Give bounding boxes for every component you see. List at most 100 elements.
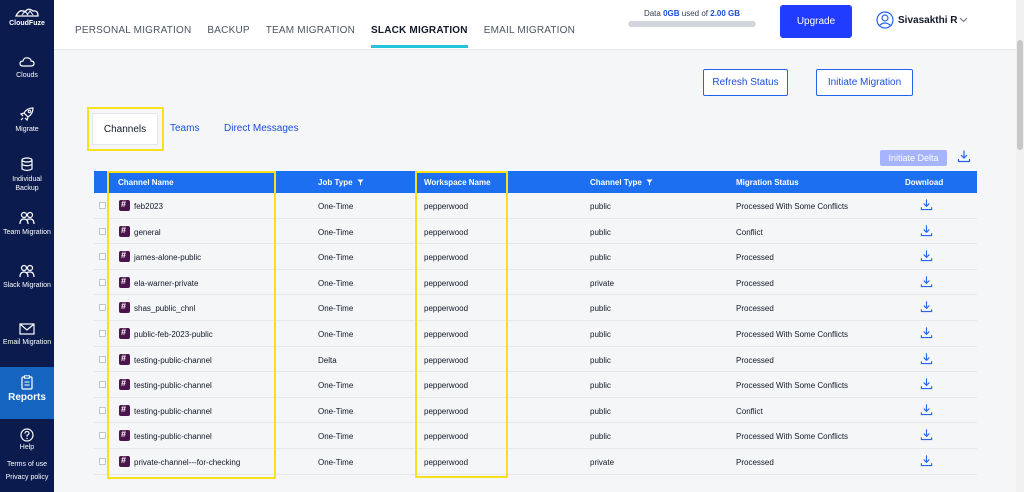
cell-job-type: One-Time bbox=[318, 304, 354, 314]
slack-channel-icon bbox=[119, 276, 130, 288]
row-checkbox[interactable] bbox=[99, 278, 106, 286]
cell-migration-status: Processed bbox=[736, 355, 774, 365]
tab-slack-migration[interactable]: SLACK MIGRATION bbox=[371, 25, 468, 48]
download-icon[interactable] bbox=[920, 352, 933, 365]
download-icon[interactable] bbox=[920, 326, 933, 339]
help-label: Help bbox=[19, 444, 35, 451]
logo[interactable]: CloudFuze bbox=[0, 6, 54, 27]
subtab-direct-messages[interactable]: Direct Messages bbox=[224, 123, 298, 134]
column-channel-type[interactable]: Channel Type bbox=[590, 178, 653, 187]
row-checkbox[interactable] bbox=[99, 304, 106, 312]
terms-link[interactable]: Terms of use bbox=[0, 461, 54, 468]
sidebar-item-reports[interactable]: Reports bbox=[0, 367, 54, 419]
cell-workspace-name: pepperwood bbox=[424, 458, 469, 467]
storage-used: 0GB bbox=[663, 9, 680, 18]
sidebar-item-label: Slack Migration bbox=[3, 282, 51, 289]
row-checkbox[interactable] bbox=[99, 458, 106, 465]
slack-channel-icon bbox=[119, 429, 130, 442]
sidebar-item-email-migration[interactable]: Email Migration bbox=[0, 321, 54, 347]
storage-mid: used of bbox=[681, 9, 709, 18]
table-row[interactable]: shas_public_chnl One-Time pepperwood public… bbox=[94, 295, 977, 321]
table-row[interactable]: ela-warner-private One-Time pepperwood priv… bbox=[94, 270, 977, 296]
download-icon[interactable] bbox=[920, 377, 933, 390]
tab-email-migration[interactable]: EMAIL MIGRATION bbox=[484, 25, 575, 36]
filter-icon[interactable] bbox=[357, 179, 364, 186]
subtab-teams[interactable]: Teams bbox=[170, 123, 199, 134]
download-icon[interactable] bbox=[920, 403, 933, 416]
table-row[interactable]: testing-public-channel Delta pepperwood pub… bbox=[94, 347, 977, 373]
main-tabs: PERSONAL MIGRATION BACKUP TEAM MIGRATION… bbox=[75, 25, 591, 48]
download-all-icon[interactable] bbox=[957, 149, 971, 163]
logo-text: CloudFuze bbox=[9, 20, 45, 27]
table-row[interactable]: public-feb-2023-public One-Time pepperwood… bbox=[94, 321, 977, 347]
table-row[interactable]: private-channel---for-checking One-Time pe… bbox=[94, 449, 977, 475]
download-icon[interactable] bbox=[920, 224, 933, 237]
row-checkbox[interactable] bbox=[99, 406, 106, 414]
download-icon[interactable] bbox=[920, 428, 933, 441]
column-workspace-name[interactable]: Workspace Name bbox=[424, 178, 491, 187]
sidebar-item-clouds[interactable]: Clouds bbox=[0, 56, 54, 80]
sidebar-item-label: Reports bbox=[8, 392, 46, 403]
tab-backup[interactable]: BACKUP bbox=[207, 25, 249, 36]
page-scrollbar-thumb[interactable] bbox=[1017, 40, 1023, 150]
privacy-link[interactable]: Privacy policy bbox=[0, 474, 54, 481]
upgrade-button[interactable]: Upgrade bbox=[780, 5, 852, 38]
initiate-migration-button[interactable]: Initiate Migration bbox=[816, 69, 913, 96]
cell-channel-type: public bbox=[590, 432, 611, 442]
cell-workspace-name: pepperwood bbox=[424, 278, 469, 288]
table-row[interactable]: james-alone-public One-Time pepperwood publ… bbox=[94, 244, 977, 270]
column-job-type[interactable]: Job Type bbox=[318, 178, 364, 187]
row-checkbox[interactable] bbox=[99, 432, 106, 440]
row-checkbox[interactable] bbox=[99, 253, 106, 261]
user-menu[interactable]: Sivasakthi R bbox=[876, 11, 972, 29]
slack-channel-icon bbox=[119, 404, 130, 416]
sidebar-item-team-migration[interactable]: Team Migration bbox=[0, 211, 54, 237]
sidebar-item-label: Migrate bbox=[15, 126, 39, 133]
cell-channel-name: ela-warner-private bbox=[134, 278, 199, 288]
row-checkbox[interactable] bbox=[99, 227, 106, 235]
sidebar-item-slack-migration[interactable]: Slack Migration bbox=[0, 264, 54, 290]
initiate-delta-button[interactable]: Initiate Delta bbox=[880, 150, 947, 166]
tab-team-migration[interactable]: TEAM MIGRATION bbox=[266, 25, 355, 36]
filter-icon[interactable] bbox=[646, 179, 653, 186]
column-channel-name[interactable]: Channel Name bbox=[118, 178, 174, 187]
download-icon[interactable] bbox=[920, 198, 933, 211]
cell-migration-status: Processed bbox=[736, 304, 774, 314]
table-row[interactable]: testing-public-channel One-Time pepperwood… bbox=[94, 398, 977, 424]
cell-workspace-name: pepperwood bbox=[424, 304, 469, 314]
download-icon[interactable] bbox=[920, 249, 933, 262]
table-row[interactable]: testing-public-channel One-Time pepperwood… bbox=[94, 372, 977, 398]
cell-migration-status: Processed With Some Conflicts bbox=[736, 330, 849, 339]
cell-job-type: One-Time bbox=[318, 330, 354, 339]
row-checkbox[interactable] bbox=[99, 381, 106, 389]
cell-workspace-name: pepperwood bbox=[424, 355, 469, 365]
cell-channel-type: private bbox=[590, 458, 615, 467]
refresh-status-button[interactable]: Refresh Status bbox=[703, 69, 788, 96]
highlight-channels-tab bbox=[87, 107, 164, 151]
cell-job-type: One-Time bbox=[318, 253, 354, 263]
table-row[interactable]: feb2023 One-Time pepperwood public Processed… bbox=[94, 193, 977, 219]
email-icon bbox=[19, 323, 35, 335]
sidebar-item-label: Email Migration bbox=[2, 339, 52, 346]
cell-migration-status: Conflict bbox=[736, 227, 763, 237]
row-checkbox[interactable] bbox=[99, 355, 106, 363]
download-icon[interactable] bbox=[920, 275, 933, 288]
sidebar-item-migrate[interactable]: Migrate bbox=[0, 106, 54, 134]
storage-total: 2.00 GB bbox=[710, 9, 741, 18]
download-icon[interactable] bbox=[920, 300, 933, 313]
storage-usage: Data 0GB used of 2.00 GB bbox=[628, 9, 756, 27]
column-migration-status[interactable]: Migration Status bbox=[736, 178, 799, 187]
cell-channel-type: private bbox=[590, 278, 615, 288]
tab-personal-migration[interactable]: PERSONAL MIGRATION bbox=[75, 25, 191, 36]
help-icon bbox=[20, 428, 34, 442]
table-row[interactable]: general One-Time pepperwood public Conflict bbox=[94, 219, 977, 245]
sidebar-item-individual-backup[interactable]: Individual Backup bbox=[0, 157, 54, 193]
cell-channel-type: public bbox=[590, 381, 611, 391]
table-row[interactable]: testing-public-channel One-Time pepperwood… bbox=[94, 423, 977, 449]
help-link[interactable]: Help bbox=[0, 428, 54, 451]
row-checkbox[interactable] bbox=[99, 330, 106, 337]
row-checkbox[interactable] bbox=[99, 202, 106, 209]
cell-workspace-name: pepperwood bbox=[424, 406, 469, 416]
sidebar-item-label: Individual Backup bbox=[12, 176, 42, 192]
download-icon[interactable] bbox=[920, 454, 933, 467]
